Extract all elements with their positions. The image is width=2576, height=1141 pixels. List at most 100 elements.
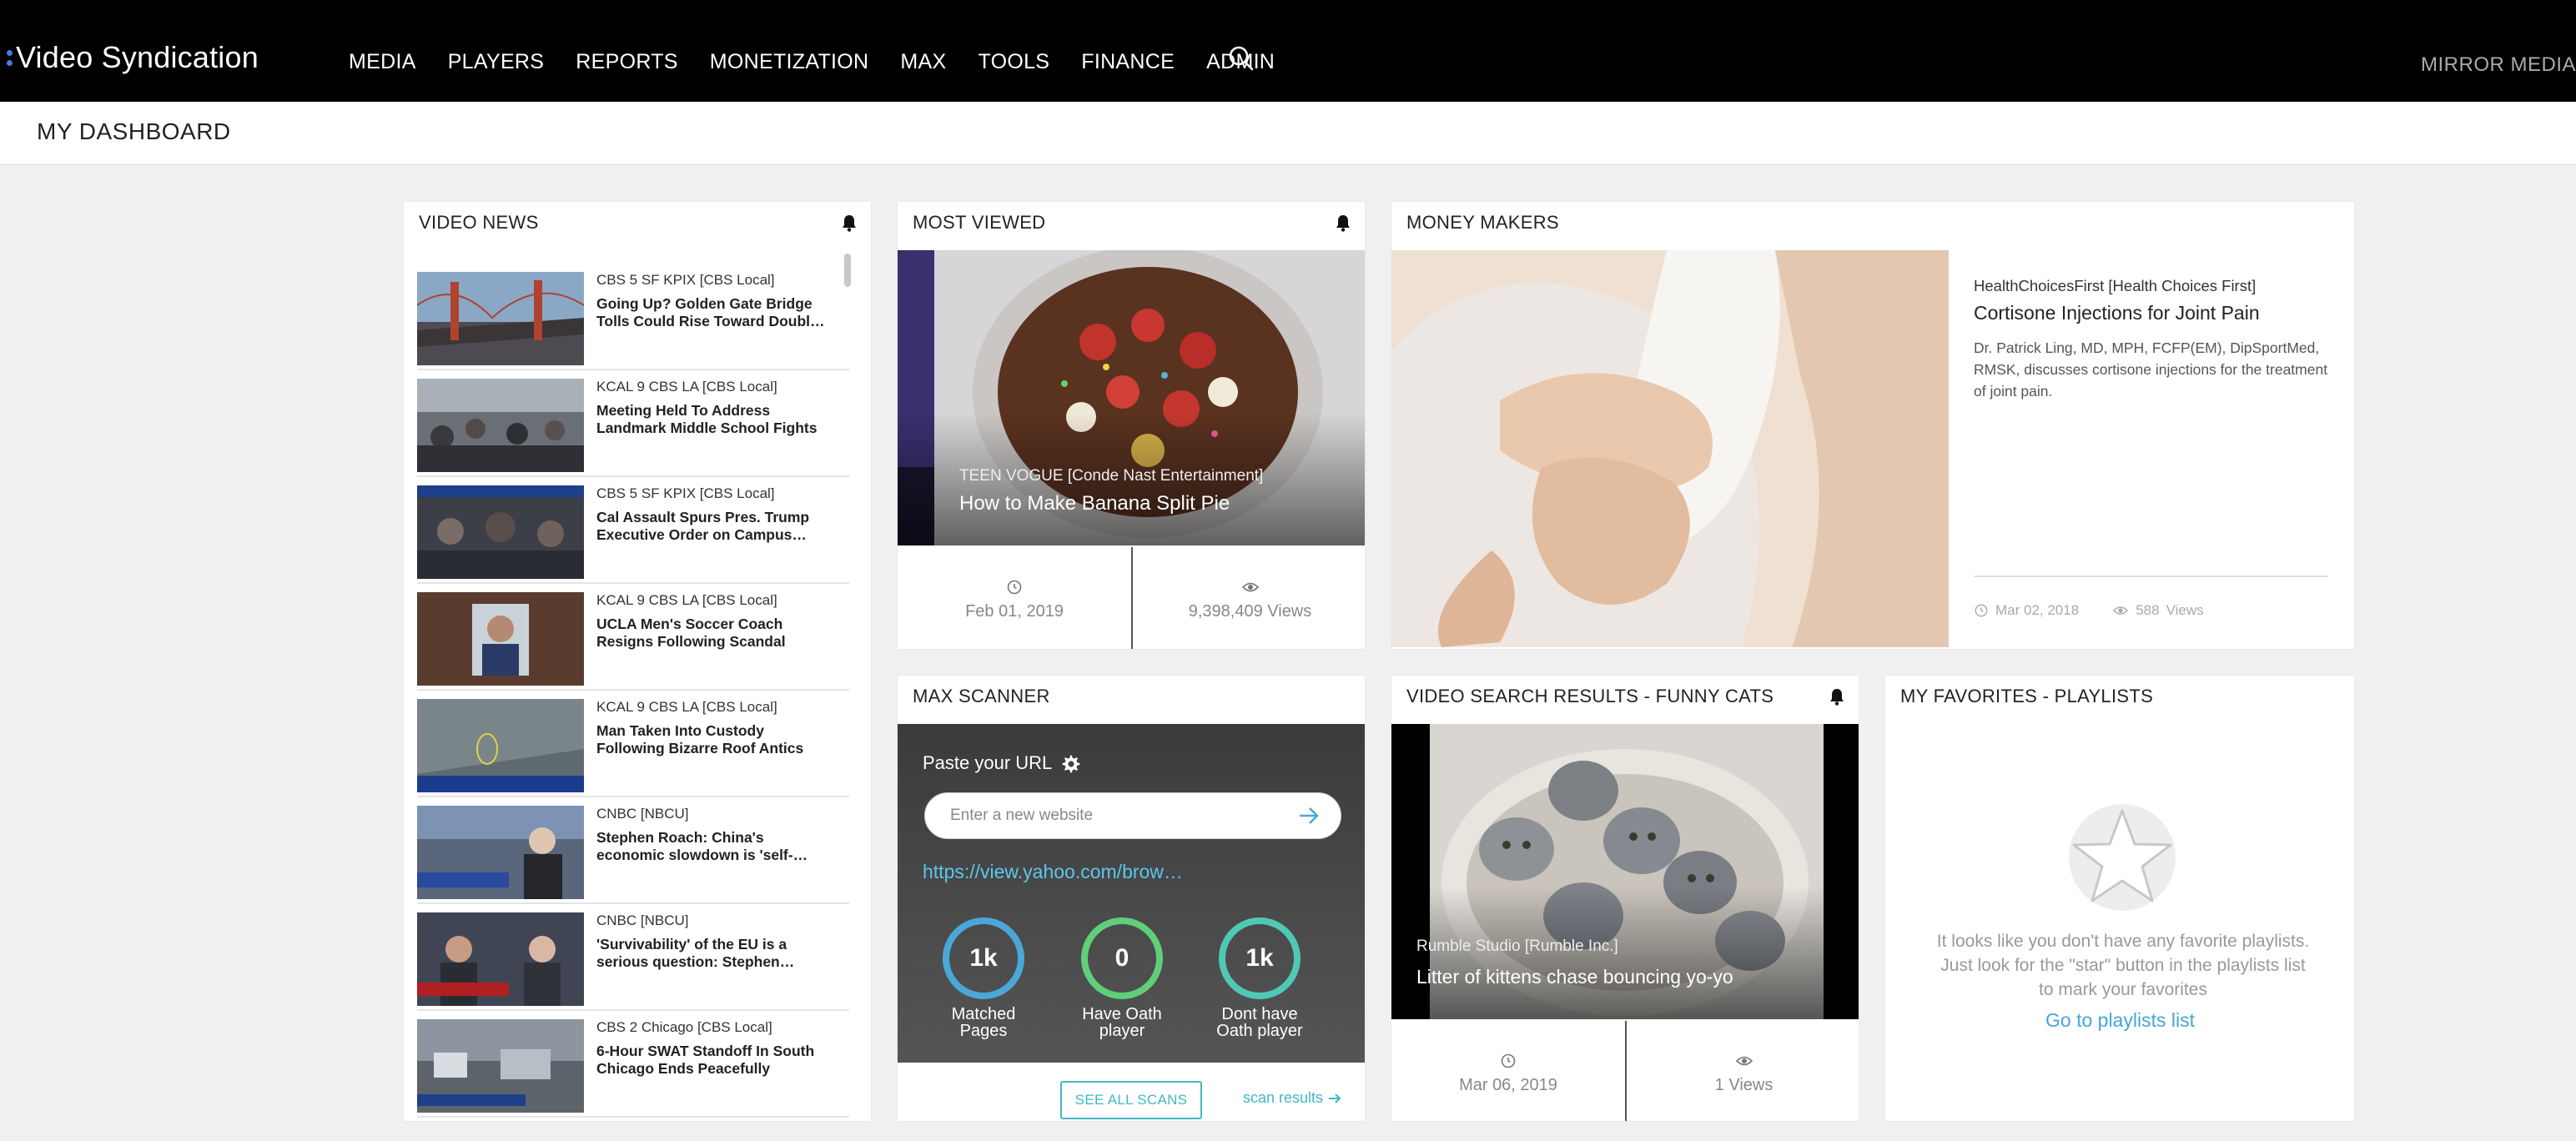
see-all-scans-button[interactable]: SEE ALL SCANS [1060, 1081, 1202, 1119]
news-source: CBS 5 SF KPIX [CBS Local] [596, 485, 775, 501]
main-nav: MEDIA PLAYERS REPORTS MONETIZATION MAX T… [349, 50, 1275, 74]
search-icon[interactable] [1228, 45, 1255, 72]
most-viewed-thumbnail[interactable]: TEEN VOGUE [Conde Nast Entertainment] Ho… [898, 250, 1365, 545]
nav-item-finance[interactable]: FINANCE [1081, 50, 1175, 74]
news-item[interactable]: CBS 2 Chicago [CBS Local] 6-Hour SWAT St… [417, 1011, 849, 1118]
page-title: MY DASHBOARD [37, 118, 231, 144]
news-title[interactable]: 6-Hour SWAT Standoff In South Chicago En… [596, 1043, 838, 1078]
news-thumbnail[interactable] [417, 592, 584, 686]
url-input[interactable] [924, 792, 1341, 839]
logo-text: Video Syndication [16, 40, 259, 74]
news-thumbnail[interactable] [417, 699, 584, 792]
favorites-empty-text: It looks like you don't have any favorit… [1936, 932, 2310, 999]
panel-title: MOST VIEWED [913, 212, 1046, 233]
news-item[interactable]: KCAL 9 CBS LA [CBS Local] Meeting Held T… [417, 370, 849, 477]
news-list: CBS 5 SF KPIX [CBS Local] Going Up? Gold… [417, 264, 849, 1118]
news-item[interactable]: CNBC [NBCU] Stephen Roach: China's econo… [417, 797, 849, 904]
news-source: CBS 2 Chicago [CBS Local] [596, 1019, 772, 1035]
clock-icon [1975, 604, 1988, 617]
money-makers-panel: MONEY MAKERS HealthChoicesFirst [Health … [1391, 202, 2354, 649]
bell-icon[interactable] [1335, 214, 1351, 232]
news-title[interactable]: UCLA Men's Soccer Coach Resigns Followin… [596, 616, 838, 651]
news-title[interactable]: Cal Assault Spurs Pres. Trump Executive … [596, 509, 838, 544]
news-title[interactable]: Going Up? Golden Gate Bridge Tolls Could… [596, 295, 838, 330]
panel-title: VIDEO NEWS [419, 212, 539, 233]
video-title[interactable]: Litter of kittens chase bouncing yo-yo [1416, 966, 1733, 988]
news-source: KCAL 9 CBS LA [CBS Local] [596, 592, 777, 608]
eye-icon [1735, 1056, 1753, 1066]
news-title[interactable]: Man Taken Into Custody Following Bizarre… [596, 722, 838, 757]
have-oath-player-ring[interactable]: 0 [1081, 917, 1163, 999]
page-header: MY DASHBOARD [0, 102, 2576, 165]
news-thumbnail[interactable] [417, 485, 584, 579]
nav-item-players[interactable]: PLAYERS [448, 50, 545, 74]
video-search-thumbnail[interactable]: Rumble Studio [Rumble Inc.] Litter of ki… [1391, 724, 1859, 1019]
video-description: Dr. Patrick Ling, MD, MPH, FCFP(EM), Dip… [1974, 339, 2328, 400]
news-title[interactable]: Stephen Roach: China's economic slowdown… [596, 829, 838, 864]
news-source: CNBC [NBCU] [596, 806, 689, 822]
max-scanner-panel: MAX SCANNER Paste your URL https://view.… [898, 676, 1365, 1121]
news-item[interactable]: CBS 5 SF KPIX [CBS Local] Going Up? Gold… [417, 264, 849, 370]
eye-icon [2113, 606, 2129, 615]
paste-url-label: Paste your URL [923, 752, 1053, 773]
ring-value: 1k [969, 944, 998, 972]
star-icon [2069, 804, 2176, 911]
matched-pages-ring[interactable]: 1k [943, 917, 1024, 999]
news-title[interactable]: Meeting Held To Address Landmark Middle … [596, 402, 838, 437]
news-title[interactable]: 'Survivability' of the EU is a serious q… [596, 936, 838, 971]
view-count: 1 Views [1627, 1021, 1859, 1121]
views-label: Views [2166, 602, 2204, 618]
scanned-url-link[interactable]: https://view.yahoo.com/brow… [923, 861, 1183, 883]
video-source: TEEN VOGUE [Conde Nast Entertainment] [959, 467, 1264, 485]
arrow-right-icon [1329, 1093, 1341, 1103]
news-item[interactable]: CBS 5 SF KPIX [CBS Local] Cal Assault Sp… [417, 477, 849, 584]
bell-icon[interactable] [1829, 687, 1845, 706]
views-count: 588 [2136, 602, 2160, 618]
news-thumbnail[interactable] [417, 379, 584, 472]
publish-date: Feb 01, 2019 [898, 547, 1131, 649]
news-thumbnail[interactable] [417, 272, 584, 365]
news-source: KCAL 9 CBS LA [CBS Local] [596, 379, 777, 395]
video-title[interactable]: How to Make Banana Split Pie [959, 492, 1230, 515]
news-scrollbar[interactable] [844, 254, 851, 287]
favorites-panel: MY FAVORITES - PLAYLISTS It looks like y… [1885, 676, 2354, 1121]
panel-title: MAX SCANNER [913, 686, 1050, 706]
top-nav: Video Syndication MEDIA PLAYERS REPORTS … [0, 0, 2576, 102]
nav-item-tools[interactable]: TOOLS [978, 50, 1049, 74]
date-text: Feb 01, 2019 [965, 602, 1064, 621]
news-item[interactable]: KCAL 9 CBS LA [CBS Local] UCLA Men's Soc… [417, 584, 849, 691]
dont-have-oath-player-ring[interactable]: 1k [1219, 917, 1301, 999]
video-meta: Mar 02, 2018 588 Views [1974, 602, 2204, 619]
app-logo[interactable]: Video Syndication [7, 40, 259, 75]
go-to-playlists-link[interactable]: Go to playlists list [1885, 1009, 2354, 1032]
arrow-right-icon[interactable] [1296, 804, 1321, 827]
news-item[interactable]: KCAL 9 CBS LA [CBS Local] Man Taken Into… [417, 691, 849, 797]
news-item[interactable]: CNBC [NBCU] 'Survivability' of the EU is… [417, 904, 849, 1011]
nav-item-max[interactable]: MAX [900, 50, 946, 74]
nav-item-reports[interactable]: REPORTS [576, 50, 678, 74]
news-source: KCAL 9 CBS LA [CBS Local] [596, 699, 777, 715]
news-thumbnail[interactable] [417, 912, 584, 1006]
nav-item-media[interactable]: MEDIA [349, 50, 416, 74]
gear-icon[interactable] [1061, 754, 1081, 774]
date-text: Mar 06, 2019 [1459, 1076, 1557, 1094]
video-title[interactable]: Cortisone Injections for Joint Pain [1974, 302, 2260, 324]
video-search-panel: VIDEO SEARCH RESULTS - FUNNY CATS Rumble… [1391, 676, 1859, 1121]
scan-results-link[interactable]: scan results [1243, 1089, 1341, 1107]
news-thumbnail[interactable] [417, 1019, 584, 1113]
video-source: Rumble Studio [Rumble Inc.] [1416, 937, 1618, 955]
logo-dots-icon [7, 49, 13, 66]
ring-value: 1k [1245, 944, 1274, 972]
money-makers-thumbnail[interactable] [1391, 250, 1949, 647]
ring-label: Matched Pages [951, 1005, 1016, 1040]
clock-icon [1501, 1053, 1516, 1068]
bell-icon[interactable] [841, 214, 858, 232]
nav-item-monetization[interactable]: MONETIZATION [710, 50, 869, 74]
news-thumbnail[interactable] [417, 806, 584, 899]
video-source: HealthChoicesFirst [Health Choices First… [1974, 277, 2257, 294]
views-text: 1 Views [1714, 1076, 1774, 1094]
views-text: 9,398,409 Views [1188, 602, 1312, 621]
account-name[interactable]: MIRROR MEDIA [2421, 53, 2576, 77]
view-count: 9,398,409 Views [1133, 547, 1365, 649]
panel-title: VIDEO SEARCH RESULTS - FUNNY CATS [1406, 686, 1774, 706]
